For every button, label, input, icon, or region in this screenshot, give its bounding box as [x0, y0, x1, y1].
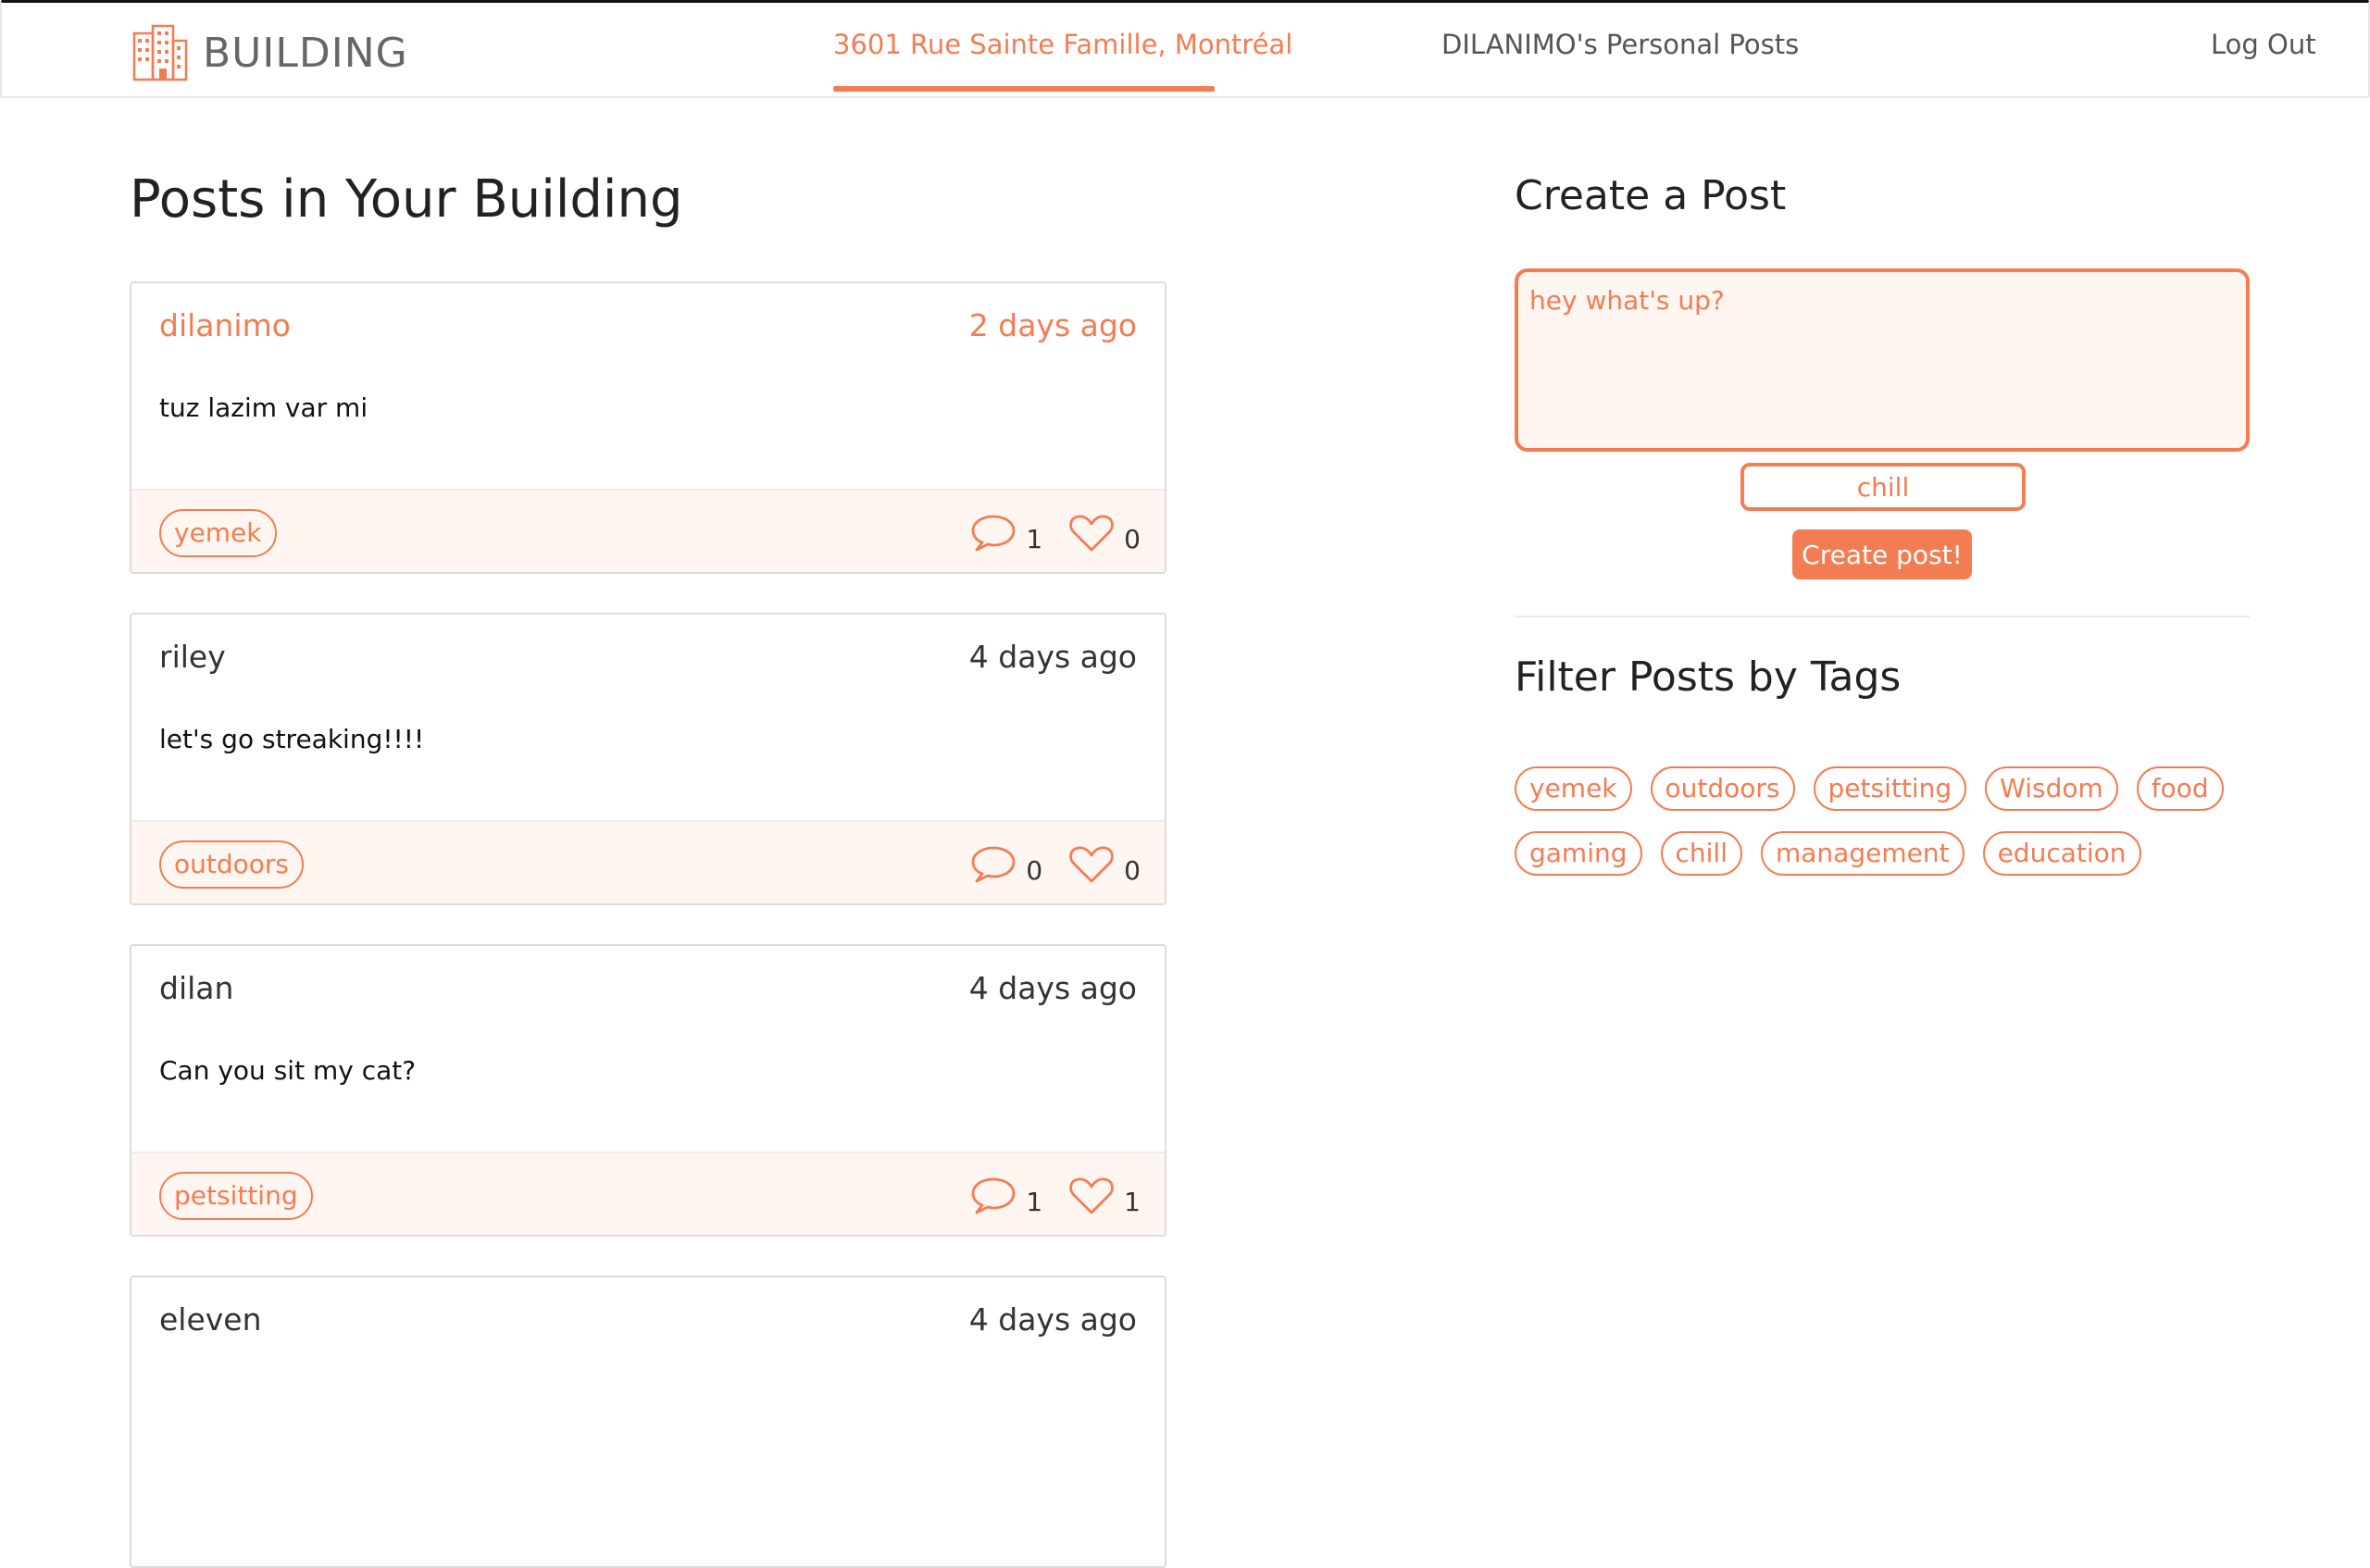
post-tag[interactable]: outdoors [159, 840, 304, 889]
active-nav-underline [833, 86, 1215, 92]
comment-bubble-icon [971, 1177, 1016, 1214]
create-post-button[interactable]: Create post! [1792, 529, 1972, 579]
filter-tag-list: yemek outdoors petsitting Wisdom food ga… [1515, 766, 2250, 876]
post-author[interactable]: dilanimo [159, 307, 291, 343]
like-count: 1 [1124, 1187, 1141, 1217]
like-button[interactable]: 1 [1068, 1176, 1141, 1216]
nav-building-address[interactable]: 3601 Rue Sainte Famille, Montréal [833, 29, 1292, 60]
filter-tag[interactable]: Wisdom [1985, 766, 2118, 811]
post-header: riley 4 days ago [159, 639, 1137, 675]
post-body: Can you sit my cat? [159, 1055, 417, 1086]
like-button[interactable]: 0 [1068, 513, 1141, 554]
like-button[interactable]: 0 [1068, 844, 1141, 885]
post-header: eleven 4 days ago [159, 1301, 1137, 1338]
post-footer: outdoors 0 0 [131, 820, 1165, 903]
heart-icon [1069, 515, 1114, 552]
comment-count: 1 [1026, 524, 1043, 554]
post-stats: 1 1 [970, 1176, 1141, 1216]
post-author[interactable]: dilan [159, 970, 233, 1006]
filter-tag[interactable]: food [2136, 766, 2224, 811]
post-card: dilan 4 days ago Can you sit my cat? pet… [130, 944, 1166, 1237]
post-card: dilanimo 2 days ago tuz lazim var mi yem… [130, 281, 1166, 574]
post-header: dilan 4 days ago [159, 970, 1137, 1006]
filter-tag[interactable]: gaming [1515, 831, 1642, 876]
heart-icon [1069, 846, 1114, 883]
post-body: tuz lazim var mi [159, 392, 368, 423]
comment-button[interactable]: 0 [970, 844, 1042, 885]
post-header: dilanimo 2 days ago [159, 307, 1137, 343]
brand[interactable]: BUILDING [129, 24, 408, 81]
page-title: Posts in Your Building [130, 169, 683, 230]
filter-tag[interactable]: management [1761, 831, 1965, 876]
post-time: 2 days ago [968, 307, 1137, 343]
post-body: let's go streaking!!!! [159, 724, 425, 754]
filter-tag[interactable]: outdoors [1650, 766, 1795, 811]
nav-logout[interactable]: Log Out [2211, 29, 2316, 60]
building-icon [132, 24, 188, 81]
post-author[interactable]: riley [159, 639, 226, 675]
post-time: 4 days ago [968, 970, 1137, 1006]
comment-button[interactable]: 1 [970, 1176, 1042, 1216]
filter-tag[interactable]: chill [1660, 831, 1742, 876]
section-divider [1515, 616, 2250, 617]
brand-name: BUILDING [203, 29, 408, 77]
post-tag[interactable]: petsitting [159, 1172, 313, 1220]
like-count: 0 [1124, 855, 1141, 886]
comment-button[interactable]: 1 [970, 513, 1042, 554]
heart-icon [1069, 1177, 1114, 1214]
like-count: 0 [1124, 524, 1141, 554]
post-tag-input[interactable] [1740, 463, 2026, 511]
post-stats: 0 0 [970, 844, 1141, 885]
navbar: BUILDING 3601 Rue Sainte Famille, Montré… [0, 0, 2370, 98]
filter-tag[interactable]: yemek [1515, 766, 1632, 811]
post-stats: 1 0 [970, 513, 1141, 554]
comment-count: 0 [1026, 855, 1043, 886]
comment-bubble-icon [971, 515, 1016, 552]
comment-bubble-icon [971, 846, 1016, 883]
comment-count: 1 [1026, 1187, 1043, 1217]
filter-tag[interactable]: petsitting [1813, 766, 1967, 811]
post-footer: petsitting 1 1 [131, 1151, 1165, 1235]
post-card: eleven 4 days ago [130, 1276, 1166, 1568]
create-post-title: Create a Post [1515, 172, 1787, 219]
post-footer: yemek 1 0 [131, 489, 1165, 572]
post-author[interactable]: eleven [159, 1301, 262, 1338]
filter-tag[interactable]: education [1982, 831, 2141, 876]
post-time: 4 days ago [968, 1301, 1137, 1338]
post-content-input[interactable] [1515, 268, 2250, 452]
filter-title: Filter Posts by Tags [1515, 653, 1902, 701]
nav-personal-posts[interactable]: DILANIMO's Personal Posts [1441, 29, 1799, 60]
post-tag[interactable]: yemek [159, 509, 277, 557]
post-time: 4 days ago [968, 639, 1137, 675]
post-card: riley 4 days ago let's go streaking!!!! … [130, 613, 1166, 905]
